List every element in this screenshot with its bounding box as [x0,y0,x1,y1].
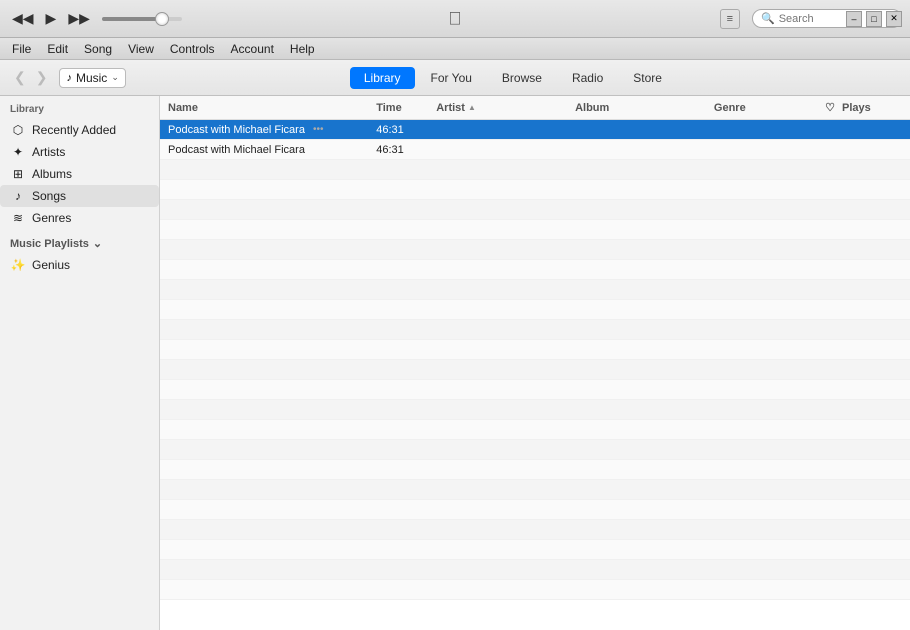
music-note-icon: ♪ [66,72,72,84]
music-selector[interactable]: ♪ Music ⌄ [59,68,125,88]
library-section-label: Library [0,96,159,119]
play-button[interactable]: ▶ [42,8,61,29]
forward-button[interactable]: ▶▶ [64,8,94,29]
nav-forward-button[interactable]: ❯ [32,67,52,88]
tab-store[interactable]: Store [619,67,676,89]
albums-icon: ⊞ [10,167,26,181]
apple-logo:  [448,8,462,29]
tab-radio[interactable]: Radio [558,67,617,89]
close-button[interactable]: ✕ [886,11,902,27]
menu-account[interactable]: Account [223,40,282,58]
col-header-name[interactable]: Name [168,102,376,114]
menu-edit[interactable]: Edit [39,40,76,58]
sidebar-item-label-recently-added: Recently Added [32,123,116,137]
minimize-button[interactable]: – [846,11,862,27]
table-row[interactable]: Podcast with Michael Ficara ••• 46:31 [160,120,910,140]
menu-icon-button[interactable]: ≡ [720,9,740,29]
empty-row [160,500,910,520]
empty-row [160,200,910,220]
col-header-album[interactable]: Album [575,102,714,114]
empty-row [160,300,910,320]
song-name-2: Podcast with Michael Ficara [168,144,376,156]
empty-row [160,320,910,340]
sidebar-item-genres[interactable]: ≋ Genres [0,207,159,229]
search-icon: 🔍 [761,12,775,25]
empty-row [160,280,910,300]
song-time-1: 46:31 [376,124,436,136]
sidebar-item-artists[interactable]: ✦ Artists [0,141,159,163]
empty-row [160,260,910,280]
nav-back-button[interactable]: ❮ [10,67,30,88]
menu-view[interactable]: View [120,40,162,58]
songs-icon: ♪ [10,189,26,203]
sidebar-item-songs[interactable]: ♪ Songs [0,185,159,207]
empty-row [160,340,910,360]
empty-row [160,580,910,600]
chevron-down-icon: ⌄ [111,72,119,83]
transport-controls: ◀◀ ▶ ▶▶ [8,8,94,29]
nav-bar: ❮ ❯ ♪ Music ⌄ Library For You Browse Rad… [0,60,910,96]
sidebar-item-label-artists: Artists [32,145,65,159]
playlists-chevron-icon: ⌄ [93,237,102,250]
title-bar: ◀◀ ▶ ▶▶  ≡ 🔍 – □ ✕ [0,0,910,38]
sort-arrow-icon: ▲ [468,103,476,112]
empty-row [160,520,910,540]
tab-library[interactable]: Library [350,67,415,89]
recently-added-icon: ⬡ [10,123,26,137]
empty-row [160,460,910,480]
empty-row [160,540,910,560]
tab-bar: Library For You Browse Radio Store [126,67,900,89]
empty-row [160,160,910,180]
empty-row [160,420,910,440]
row-options-icon: ••• [313,124,324,135]
song-name-1: Podcast with Michael Ficara ••• [168,124,376,136]
song-list-header: Name Time Artist ▲ Album Genre ♡ Plays [160,96,910,120]
maximize-button[interactable]: □ [866,11,882,27]
empty-row [160,380,910,400]
table-row[interactable]: Podcast with Michael Ficara 46:31 [160,140,910,160]
tab-browse[interactable]: Browse [488,67,556,89]
sidebar-item-label-songs: Songs [32,189,66,203]
sidebar-item-label-albums: Albums [32,167,72,181]
nav-arrows: ❮ ❯ [10,67,51,88]
empty-row [160,220,910,240]
genres-icon: ≋ [10,211,26,225]
col-header-time[interactable]: Time [376,102,436,114]
col-header-artist[interactable]: Artist ▲ [436,102,575,114]
artists-icon: ✦ [10,145,26,159]
menu-controls[interactable]: Controls [162,40,223,58]
menu-help[interactable]: Help [282,40,323,58]
window-controls: – □ ✕ [846,11,902,27]
sidebar-item-genius[interactable]: ✨ Genius [0,254,159,276]
sidebar: Library ⬡ Recently Added ✦ Artists ⊞ Alb… [0,96,160,630]
genius-icon: ✨ [10,258,26,272]
playlists-section-label[interactable]: Music Playlists ⌄ [0,229,159,254]
playlists-label: Music Playlists [10,238,89,250]
tab-for-you[interactable]: For You [417,67,486,89]
volume-slider[interactable] [102,17,182,21]
col-header-heart: ♡ [818,101,842,114]
empty-row [160,240,910,260]
col-header-genre[interactable]: Genre [714,102,818,114]
empty-row [160,480,910,500]
music-label: Music [76,71,107,85]
sidebar-item-label-genres: Genres [32,211,71,225]
song-list-area: Name Time Artist ▲ Album Genre ♡ Plays [160,96,910,630]
sidebar-item-albums[interactable]: ⊞ Albums [0,163,159,185]
empty-row [160,560,910,580]
menu-file[interactable]: File [4,40,39,58]
empty-row [160,440,910,460]
col-header-plays[interactable]: Plays [842,102,902,114]
empty-row [160,360,910,380]
back-button[interactable]: ◀◀ [8,8,38,29]
menu-song[interactable]: Song [76,40,120,58]
empty-row [160,400,910,420]
main-content: Library ⬡ Recently Added ✦ Artists ⊞ Alb… [0,96,910,630]
menu-bar: File Edit Song View Controls Account Hel… [0,38,910,60]
sidebar-item-label-genius: Genius [32,258,70,272]
sidebar-item-recently-added[interactable]: ⬡ Recently Added [0,119,159,141]
song-time-2: 46:31 [376,144,436,156]
empty-row [160,180,910,200]
